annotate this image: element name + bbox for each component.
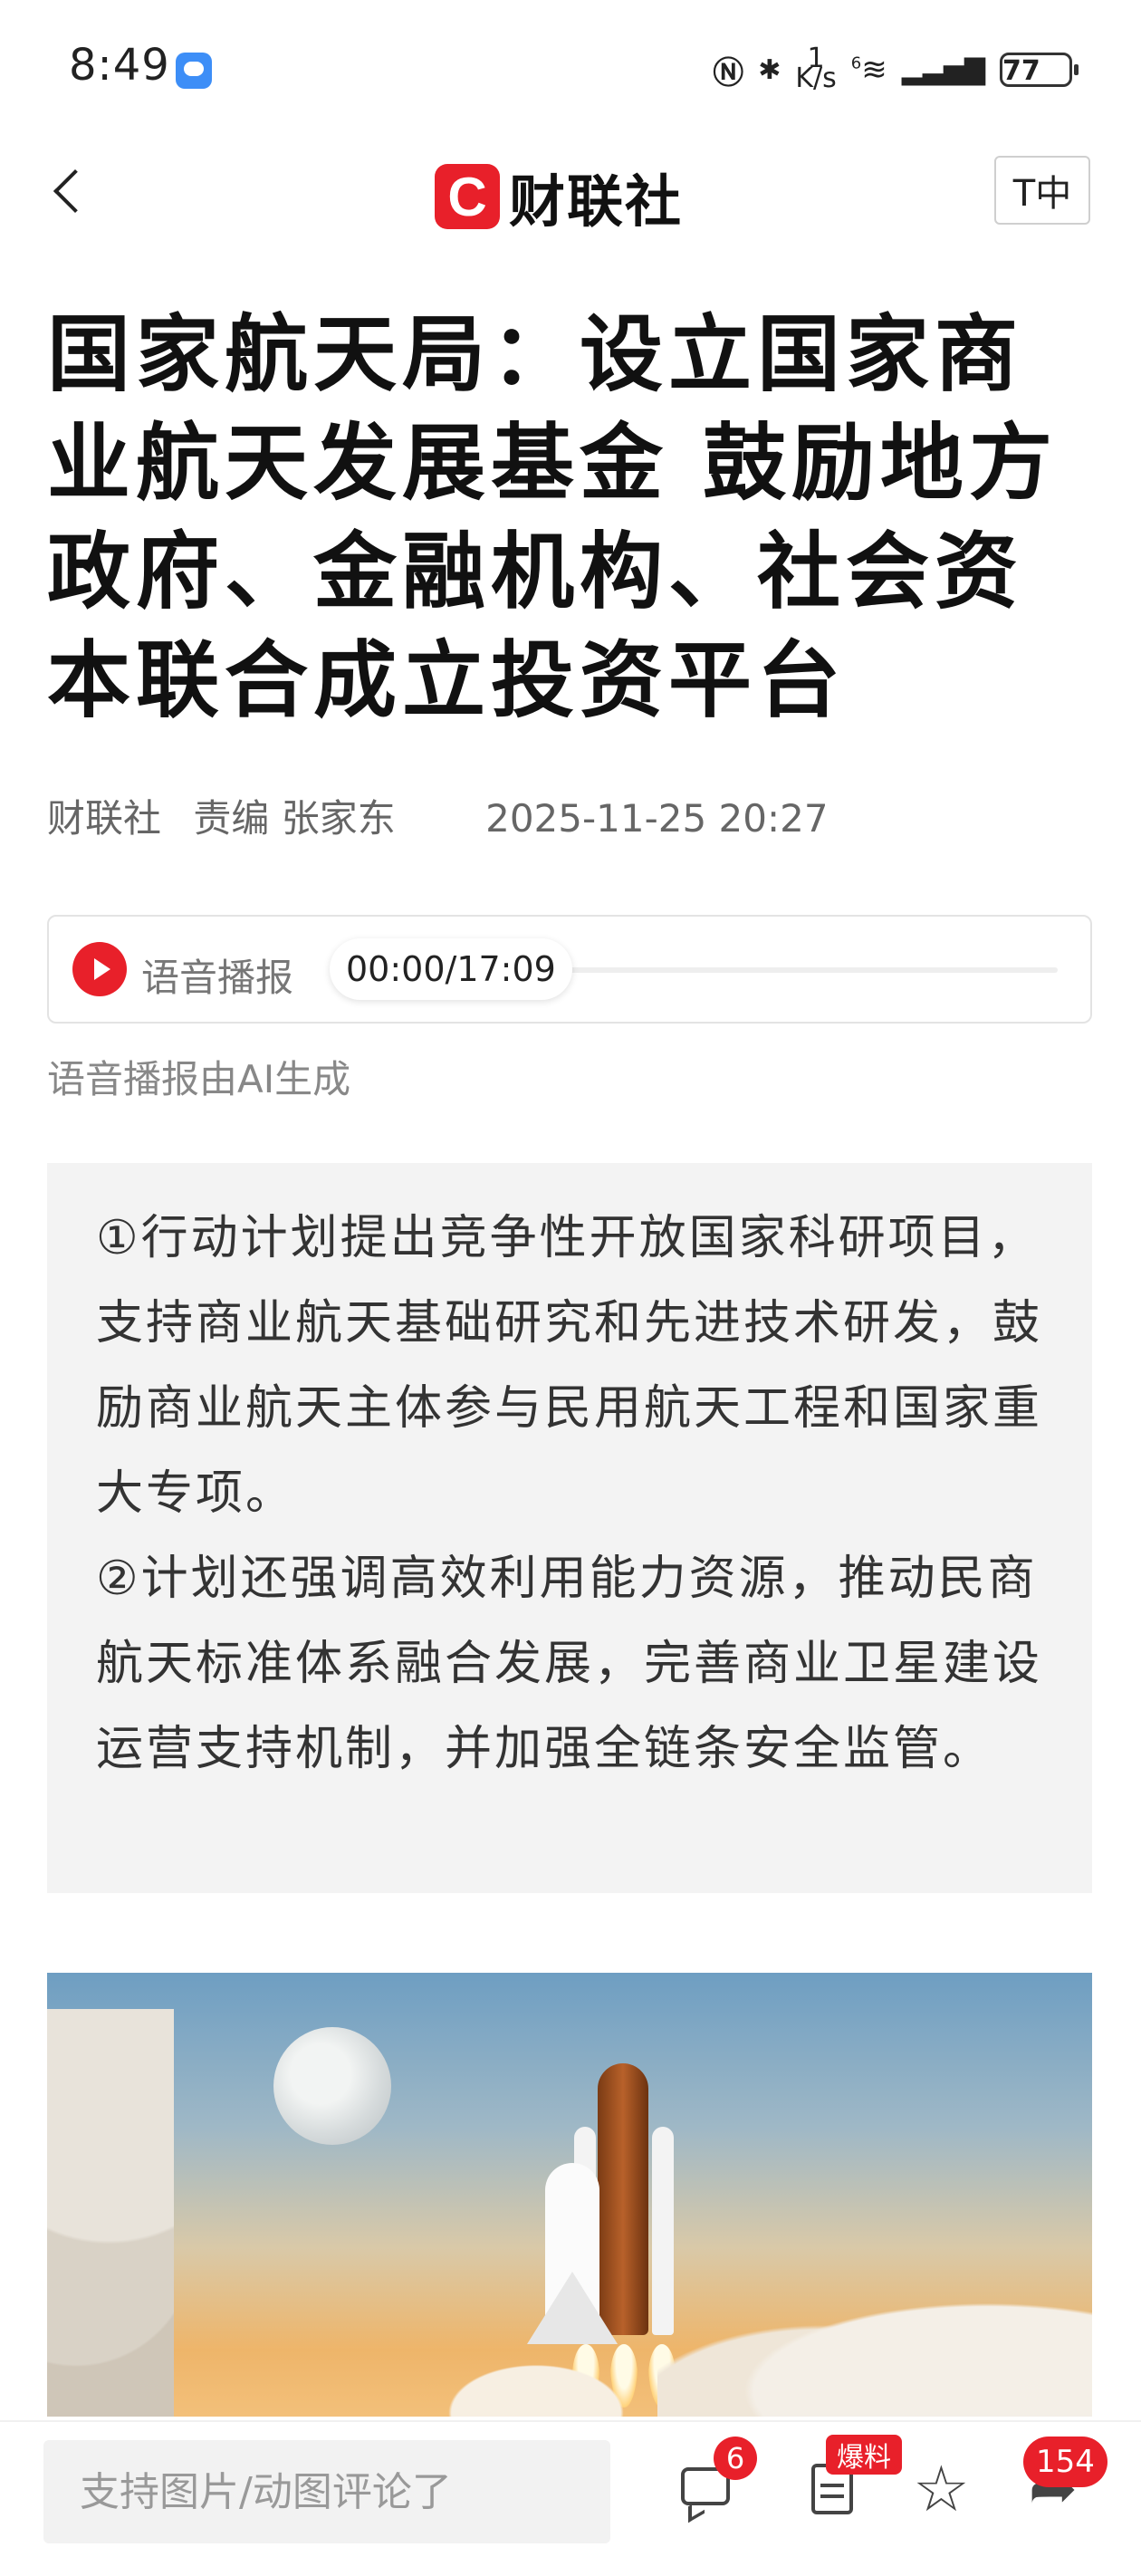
font-size-toggle-button[interactable]: T中 [994, 156, 1090, 225]
logo-mark: C [435, 164, 500, 229]
network-speed: 1 K/s [795, 45, 837, 94]
system-icons: Ⓝ ✱ 1 K/s 6≋ ▂▃▅▇ 77 [713, 45, 1079, 94]
report-doc-line [820, 2494, 844, 2498]
article-image-rocket-launch [47, 1973, 1092, 2417]
article-title: 国家航天局：设立国家商业航天发展基金 鼓励地方政府、金融机构、社会资本联合成立投… [47, 306, 1059, 729]
play-icon[interactable] [72, 942, 127, 996]
report-badge: 爆料 [826, 2435, 902, 2475]
summary-point-2: ②计划还强调高效利用能力资源，推动民商航天标准体系融合发展，完善商业卫星建设运营… [96, 1552, 1043, 1776]
bottom-action-bar: 6 爆料 ☆ ➦ 154 [0, 2420, 1141, 2576]
moon-shape [273, 2027, 391, 2145]
bluetooth-icon: ✱ [758, 53, 781, 86]
summary-point-1: ①行动计划提出竞争性开放国家科研项目，支持商业航天基础研究和先进技术研发，鼓励商… [96, 1211, 1043, 1521]
cloud-shape [427, 2353, 645, 2417]
cloud-shape [47, 2009, 174, 2417]
status-bar: 8:49 Ⓝ ✱ 1 K/s 6≋ ▂▃▅▇ 77 [0, 0, 1141, 136]
nfc-icon: Ⓝ [713, 54, 744, 91]
shuttle-wing [527, 2272, 618, 2344]
signal-icon: ▂▃▅▇ [901, 53, 985, 86]
network-label: 6 [850, 53, 862, 73]
article-editor: 责编 张家东 [193, 796, 396, 841]
article-page: 8:49 Ⓝ ✱ 1 K/s 6≋ ▂▃▅▇ 77 C 财联社 T中 国家航天局… [0, 0, 1141, 2576]
audio-time: 00:00/17:09 [330, 938, 572, 1000]
wifi-icon: 6≋ [850, 52, 887, 88]
message-notification-icon [176, 53, 212, 89]
back-icon[interactable] [53, 168, 98, 214]
battery-level: 77 [1002, 55, 1040, 87]
article-meta: 财联社 责编 张家东 2025-11-25 20:27 [47, 788, 829, 843]
report-doc-line [820, 2484, 844, 2487]
status-time: 8:49 [69, 40, 170, 91]
app-logo: C 财联社 [435, 156, 683, 237]
app-header: C 财联社 T中 [0, 136, 1141, 254]
battery-icon: 77 [1000, 53, 1079, 87]
net-speed-unit: K/s [795, 62, 837, 94]
star-icon[interactable]: ☆ [913, 2457, 971, 2521]
comment-input[interactable] [43, 2440, 610, 2543]
audio-ai-note: 语音播报由AI生成 [47, 1057, 351, 1101]
audio-progress-track[interactable] [556, 967, 1058, 973]
audio-player[interactable]: 语音播报 00:00/17:09 [47, 915, 1092, 1024]
audio-label: 语音播报 [141, 956, 294, 1000]
article-summary: ①行动计划提出竞争性开放国家科研项目，支持商业航天基础研究和先进技术研发，鼓励商… [47, 1163, 1092, 1893]
share-count-badge: 154 [1023, 2437, 1107, 2487]
logo-text: 财联社 [509, 168, 684, 235]
article-date: 2025-11-25 20:27 [485, 796, 829, 841]
article-source: 财联社 [47, 796, 162, 841]
cloud-shape [657, 2272, 1092, 2417]
comment-count-badge: 6 [714, 2437, 757, 2480]
